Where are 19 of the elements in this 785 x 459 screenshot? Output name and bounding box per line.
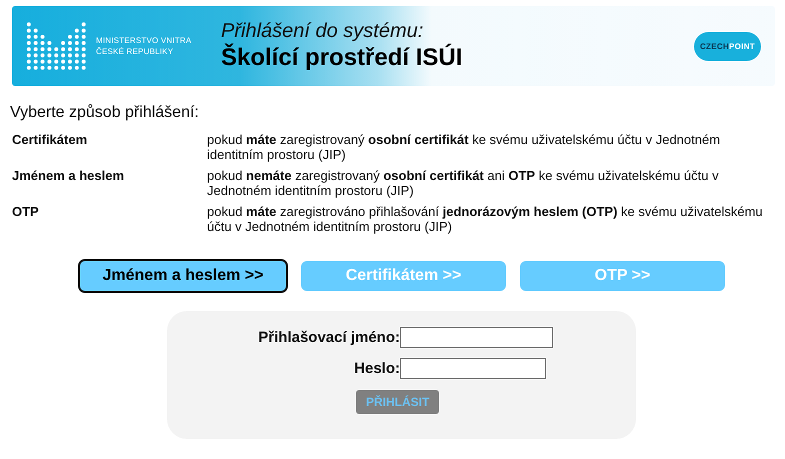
method-tab[interactable]: Certifikátem >> (300, 260, 507, 292)
method-description: pokud nemáte zaregistrovaný osobní certifikát ani OTP ke svému uživatelskému účtu v Jednotném identitním prostoru (JIP) (207, 168, 720, 198)
method-description: pokud máte zaregistrovaný osobní certifikát ke svému uživatelskému účtu v Jednotném identitním prostoru (JIP) (207, 132, 722, 162)
prompt-text: Vyberte způsob přihlášení: (10, 104, 200, 122)
method-name: OTP (12, 204, 40, 221)
input-field[interactable] (400, 358, 546, 378)
page-title: Školící prostředí ISÚI (221, 44, 462, 72)
page-subtitle: Přihlášení do systému: (221, 20, 424, 43)
method-name: Jménem a heslem (12, 168, 126, 185)
method-tab[interactable]: Jménem a heslem >> (78, 259, 288, 293)
field-label: Přihlašovací jméno: (257, 328, 400, 346)
input-field[interactable] (400, 326, 553, 348)
method-tab[interactable]: OTP >> (519, 260, 726, 292)
brand-logo: CZECHPOINT (694, 32, 761, 60)
method-description: pokud máte zaregistrováno přihlašování jednorázovým heslem (OTP) ke svému uživatelskému účtu v Jednotném identitním prostoru (JIP) (207, 204, 764, 234)
ministry-name: MINISTERSTVO VNITRA ČESKÉ REPUBLIKY (96, 35, 192, 57)
method-name: Certifikátem (12, 132, 88, 149)
field-label: Heslo: (353, 360, 400, 376)
ministry-logo-icon (26, 21, 88, 71)
